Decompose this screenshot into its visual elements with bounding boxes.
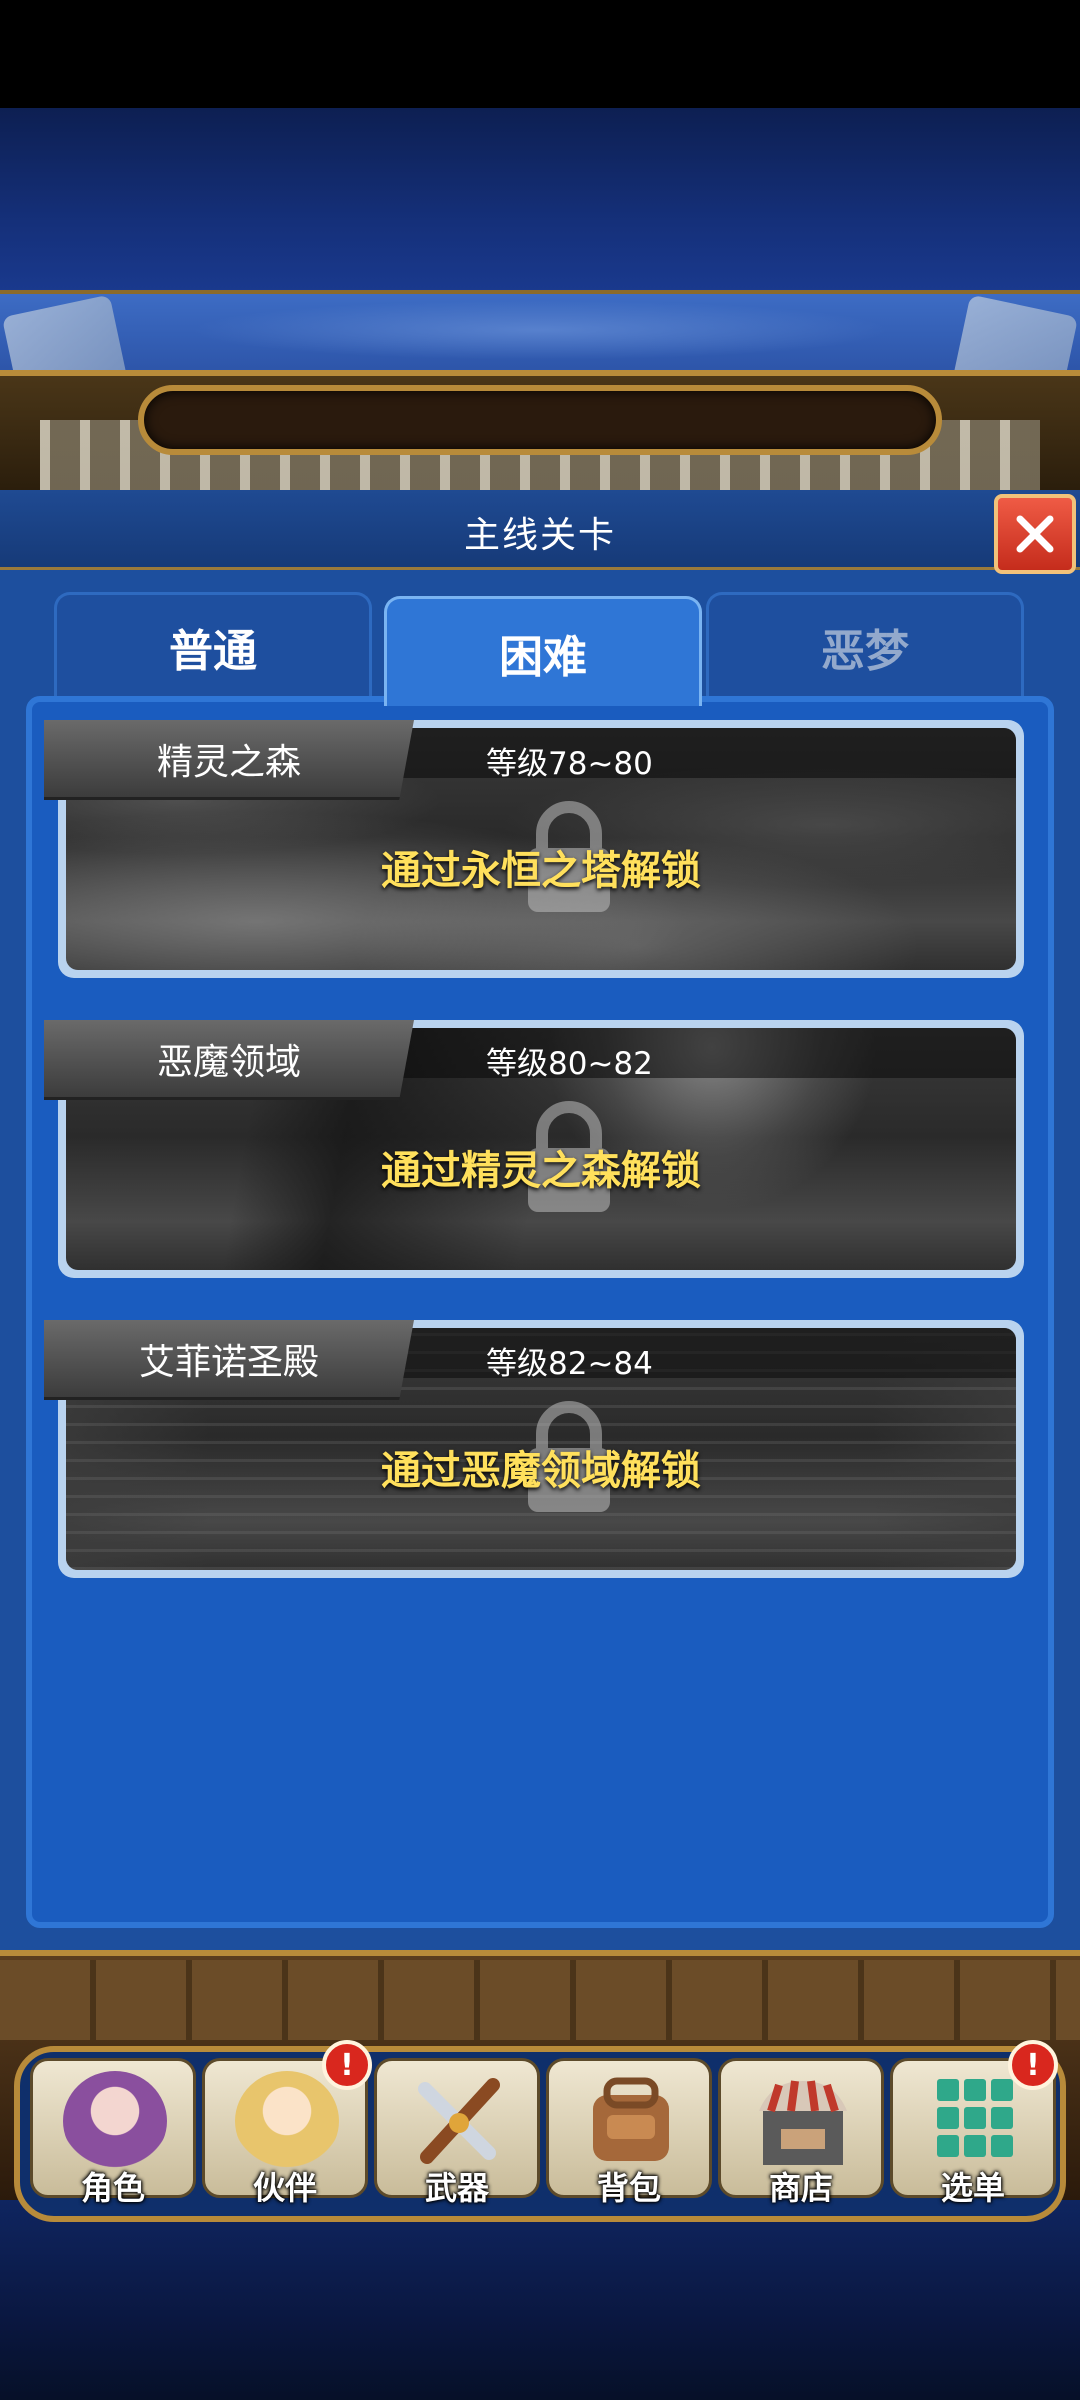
menu-grid-icon: [937, 2079, 1013, 2157]
dialog-title: 主线关卡: [463, 515, 616, 556]
alert-badge: !: [1008, 2040, 1058, 2090]
stage-name: 恶魔领域: [44, 1020, 414, 1100]
nav-backpack-button[interactable]: 背包: [546, 2058, 712, 2207]
unlock-hint: 通过恶魔领域解锁: [381, 1448, 701, 1494]
nav-label: 武器: [424, 2169, 489, 2207]
tab-normal[interactable]: 普通: [54, 592, 372, 698]
stage-card[interactable]: 等级82~84 通过恶魔领域解锁 艾菲诺圣殿: [44, 1320, 1024, 1578]
nav-label: 角色: [80, 2169, 145, 2207]
empty-name-plate: [138, 385, 942, 455]
partner-icon: [235, 2071, 339, 2171]
nav-label: 背包: [596, 2169, 661, 2207]
nav-label: 选单: [940, 2169, 1005, 2207]
stage-level: 等级80~82: [486, 1046, 653, 1082]
shop-icon: [759, 2080, 847, 2165]
nav-shop-button[interactable]: 商店: [718, 2058, 884, 2207]
unlock-hint: 通过永恒之塔解锁: [381, 848, 701, 894]
tab-nightmare[interactable]: 恶梦: [706, 592, 1024, 698]
stage-card[interactable]: 等级80~82 通过精灵之森解锁 恶魔领域: [44, 1020, 1024, 1278]
nav-label: 商店: [768, 2169, 833, 2207]
tab-hard[interactable]: 困难: [384, 596, 702, 706]
stage-level: 等级78~80: [486, 746, 653, 782]
banner-ornament: [190, 300, 890, 360]
status-bar: [0, 0, 1080, 108]
bottom-background: [0, 2200, 1080, 2400]
weapon-icon: [418, 2078, 500, 2164]
nav-character-button[interactable]: 角色: [30, 2058, 196, 2207]
backpack-icon: [593, 2077, 669, 2161]
unlock-hint: 通过精灵之森解锁: [381, 1148, 701, 1194]
alert-badge: !: [322, 2040, 372, 2090]
floor-decoration: [0, 1960, 1080, 2040]
character-icon: [63, 2071, 167, 2171]
stage-name: 艾菲诺圣殿: [44, 1320, 414, 1400]
top-background: [0, 108, 1080, 298]
stage-level: 等级82~84: [486, 1346, 653, 1382]
nav-label: 伙伴: [252, 2169, 317, 2207]
close-icon: [1016, 515, 1054, 553]
stage-card[interactable]: 等级78~80 通过永恒之塔解锁 精灵之森: [44, 720, 1024, 978]
nav-weapon-button[interactable]: 武器: [374, 2058, 540, 2207]
close-button[interactable]: [994, 494, 1076, 574]
stage-name: 精灵之森: [44, 720, 414, 800]
